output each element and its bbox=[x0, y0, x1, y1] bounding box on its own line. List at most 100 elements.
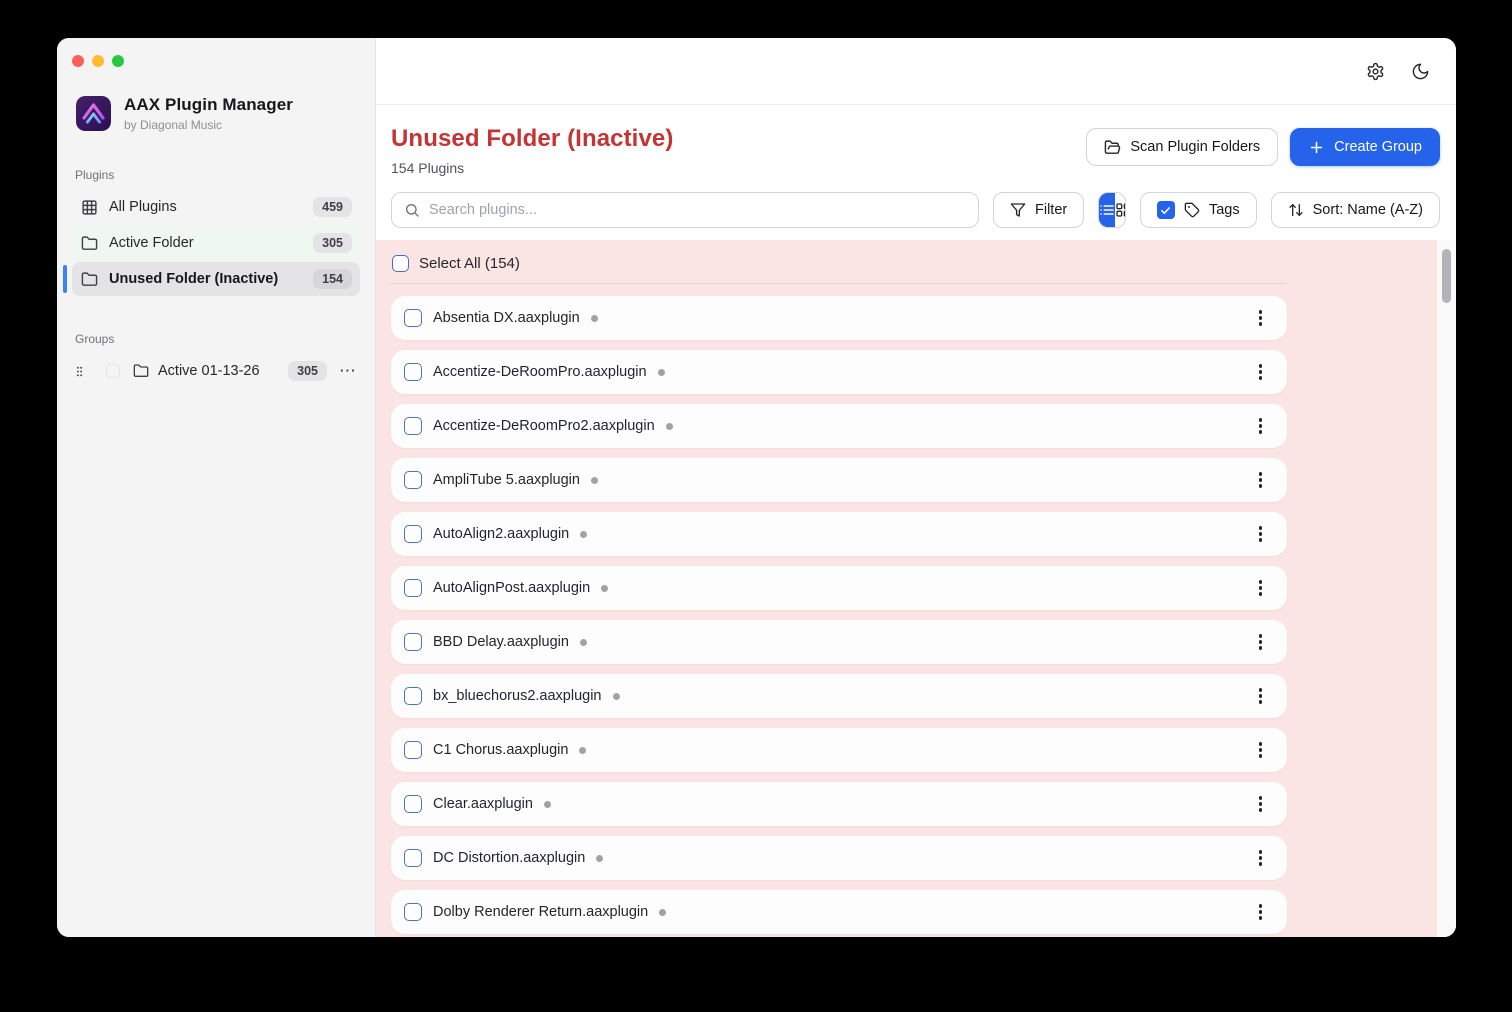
plugin-checkbox[interactable] bbox=[404, 741, 422, 759]
list-divider bbox=[391, 283, 1287, 284]
row-menu-button[interactable] bbox=[1254, 466, 1268, 494]
group-name: Active 01-13-26 bbox=[158, 363, 260, 379]
status-dot bbox=[590, 314, 598, 322]
row-menu-button[interactable] bbox=[1254, 412, 1268, 440]
group-item[interactable]: Active 01-13-26 305 ⋯ bbox=[72, 354, 360, 388]
status-dot bbox=[596, 854, 604, 862]
status-dot bbox=[601, 584, 609, 592]
select-all-row: Select All (154) bbox=[391, 252, 1287, 283]
status-dot bbox=[543, 800, 551, 808]
filter-icon bbox=[1010, 203, 1026, 217]
plugin-checkbox[interactable] bbox=[404, 579, 422, 597]
page-subtitle: 154 Plugins bbox=[391, 160, 465, 176]
sidebar-item-label: Unused Folder (Inactive) bbox=[109, 271, 279, 287]
row-menu-button[interactable] bbox=[1254, 574, 1268, 602]
moon-icon[interactable] bbox=[1411, 62, 1430, 81]
sidebar-item-all-plugins[interactable]: All Plugins 459 bbox=[72, 190, 360, 224]
plugin-checkbox[interactable] bbox=[404, 849, 422, 867]
list-view-button[interactable] bbox=[1099, 193, 1116, 227]
row-menu-button[interactable] bbox=[1254, 520, 1268, 548]
plugin-row: BBD Delay.aaxplugin bbox=[391, 620, 1287, 664]
toolbar: Filter bbox=[391, 192, 1440, 228]
settings-icon[interactable] bbox=[1366, 62, 1385, 81]
grid-icon bbox=[82, 199, 97, 215]
create-group-button[interactable]: Create Group bbox=[1290, 128, 1440, 166]
plugin-name: C1 Chorus.aaxplugin bbox=[433, 742, 569, 758]
plugin-name: Accentize-DeRoomPro.aaxplugin bbox=[433, 364, 647, 380]
main-panel: Unused Folder (Inactive) 154 Plugins Sca… bbox=[376, 38, 1456, 937]
close-window-button[interactable] bbox=[72, 55, 84, 67]
row-menu-button[interactable] bbox=[1254, 844, 1268, 872]
grid-view-button[interactable] bbox=[1115, 193, 1125, 227]
plugin-name: Absentia DX.aaxplugin bbox=[433, 310, 580, 326]
tag-icon bbox=[1184, 202, 1200, 218]
plugin-row: Clear.aaxplugin bbox=[391, 782, 1287, 826]
plugin-name: AutoAlignPost.aaxplugin bbox=[433, 580, 591, 596]
main-topbar bbox=[376, 38, 1456, 105]
plus-icon bbox=[1310, 141, 1323, 153]
plugin-name: BBD Delay.aaxplugin bbox=[433, 634, 569, 650]
filter-button[interactable]: Filter bbox=[993, 192, 1085, 228]
plugin-row: AmpliTube 5.aaxplugin bbox=[391, 458, 1287, 502]
tags-toggle-button[interactable]: Tags bbox=[1139, 192, 1257, 228]
sidebar-item-unused-folder[interactable]: Unused Folder (Inactive) 154 bbox=[63, 262, 360, 296]
app-subtitle: by Diagonal Music bbox=[124, 118, 223, 132]
search-input[interactable] bbox=[429, 202, 966, 218]
select-all-label: Select All (154) bbox=[419, 255, 520, 272]
tags-checkbox[interactable] bbox=[1156, 201, 1175, 219]
sidebar-item-active-folder[interactable]: Active Folder 305 bbox=[72, 226, 360, 260]
plugin-checkbox[interactable] bbox=[404, 795, 422, 813]
filter-button-label: Filter bbox=[1035, 202, 1068, 218]
plugin-name: AmpliTube 5.aaxplugin bbox=[433, 472, 580, 488]
search-box bbox=[391, 192, 979, 228]
count-badge: 154 bbox=[313, 268, 352, 290]
plugin-name: bx_bluechorus2.aaxplugin bbox=[433, 688, 602, 704]
row-menu-button[interactable] bbox=[1254, 358, 1268, 386]
row-menu-button[interactable] bbox=[1254, 898, 1268, 926]
plugin-checkbox[interactable] bbox=[404, 363, 422, 381]
groups-section-label: Groups bbox=[75, 332, 115, 346]
plugin-checkbox[interactable] bbox=[404, 903, 422, 921]
plugin-checkbox[interactable] bbox=[404, 309, 422, 327]
minimize-window-button[interactable] bbox=[92, 55, 104, 67]
plugin-checkbox[interactable] bbox=[404, 417, 422, 435]
plugin-name: Dolby Renderer Return.aaxplugin bbox=[433, 904, 649, 920]
plugin-checkbox[interactable] bbox=[404, 687, 422, 705]
folder-icon bbox=[81, 235, 98, 250]
group-checkbox[interactable] bbox=[106, 364, 120, 378]
plugin-checkbox[interactable] bbox=[404, 471, 422, 489]
folder-open-icon bbox=[1105, 139, 1121, 154]
plugin-row: DC Distortion.aaxplugin bbox=[391, 836, 1287, 880]
sidebar-item-label: Active Folder bbox=[109, 235, 194, 251]
status-dot bbox=[665, 422, 673, 430]
row-menu-button[interactable] bbox=[1254, 790, 1268, 818]
status-dot bbox=[580, 530, 588, 538]
plugin-row: AutoAlign2.aaxplugin bbox=[391, 512, 1287, 556]
plugin-checkbox[interactable] bbox=[404, 633, 422, 651]
search-icon bbox=[406, 204, 419, 217]
zoom-window-button[interactable] bbox=[112, 55, 124, 67]
drag-handle-icon[interactable] bbox=[73, 364, 86, 379]
plugin-row: Accentize-DeRoomPro.aaxplugin bbox=[391, 350, 1287, 394]
create-button-label: Create Group bbox=[1334, 139, 1422, 155]
sort-arrows-icon bbox=[1288, 204, 1303, 216]
plugins-section-label: Plugins bbox=[75, 168, 115, 182]
select-all-checkbox[interactable] bbox=[392, 255, 409, 272]
group-menu-button[interactable]: ⋯ bbox=[339, 362, 357, 379]
plugin-checkbox[interactable] bbox=[404, 525, 422, 543]
row-menu-button[interactable] bbox=[1254, 628, 1268, 656]
row-menu-button[interactable] bbox=[1254, 682, 1268, 710]
app-logo-icon bbox=[76, 96, 111, 131]
folder-icon bbox=[133, 364, 149, 377]
scrollbar-thumb[interactable] bbox=[1442, 249, 1451, 303]
sort-button[interactable]: Sort: Name (A-Z) bbox=[1270, 192, 1440, 228]
status-dot bbox=[612, 692, 620, 700]
list-view-icon bbox=[1100, 205, 1115, 215]
window-controls bbox=[72, 55, 360, 67]
scrollbar-track[interactable] bbox=[1437, 240, 1456, 937]
count-badge: 305 bbox=[313, 232, 352, 254]
row-menu-button[interactable] bbox=[1254, 736, 1268, 764]
plugin-row: Accentize-DeRoomPro2.aaxplugin bbox=[391, 404, 1287, 448]
scan-plugin-folders-button[interactable]: Scan Plugin Folders bbox=[1086, 128, 1279, 166]
row-menu-button[interactable] bbox=[1254, 304, 1268, 332]
